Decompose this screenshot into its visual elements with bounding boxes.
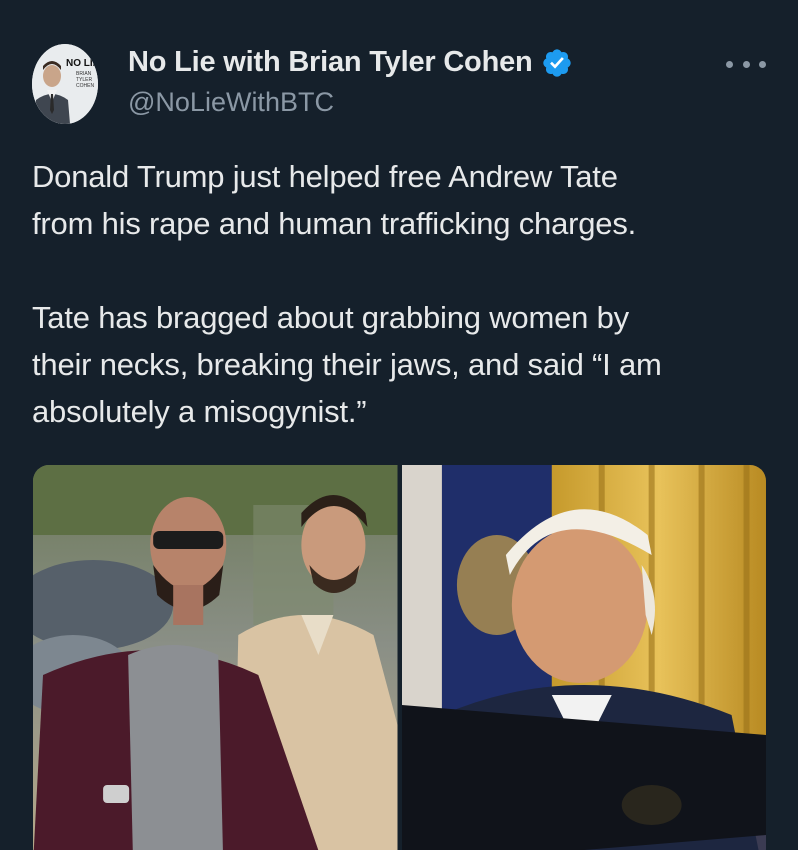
- avatar-image: NO LIE BRIAN TYLER COHEN: [32, 44, 98, 124]
- tweet-media: [33, 465, 766, 850]
- photo-man-at-desk-with-folder[interactable]: [401, 465, 766, 850]
- tweet-text-line: from his rape and human trafficking char…: [32, 206, 637, 241]
- tweet-text-line: Donald Trump just helped free Andrew Tat…: [32, 159, 618, 194]
- photo-image: [33, 465, 398, 850]
- more-dot: [726, 60, 733, 68]
- more-dot: [759, 60, 766, 68]
- tweet-text-line: their necks, breaking their jaws, and sa…: [32, 347, 662, 382]
- tweet-text: Donald Trump just helped free Andrew Tat…: [32, 153, 772, 435]
- author-display-name[interactable]: No Lie with Brian Tyler Cohen: [128, 46, 533, 79]
- tweet-text-line: Tate has bragged about grabbing women by: [32, 300, 629, 335]
- svg-text:NO LIE: NO LIE: [66, 58, 98, 69]
- more-dot: [742, 60, 750, 68]
- tweet-text-line: absolutely a misogynist.”: [32, 394, 367, 429]
- photo-image: [401, 465, 766, 850]
- author-name-row[interactable]: No Lie with Brian Tyler Cohen: [128, 46, 573, 79]
- tweet: NO LIE BRIAN TYLER COHEN No Lie with Bri…: [0, 0, 798, 850]
- more-options-icon[interactable]: [726, 52, 766, 76]
- photo-two-men-walking[interactable]: [33, 465, 398, 850]
- author-avatar[interactable]: NO LIE BRIAN TYLER COHEN: [32, 44, 98, 124]
- svg-text:COHEN: COHEN: [76, 83, 94, 89]
- author-handle[interactable]: @NoLieWithBTC: [128, 87, 334, 118]
- verified-badge-icon: [542, 48, 571, 77]
